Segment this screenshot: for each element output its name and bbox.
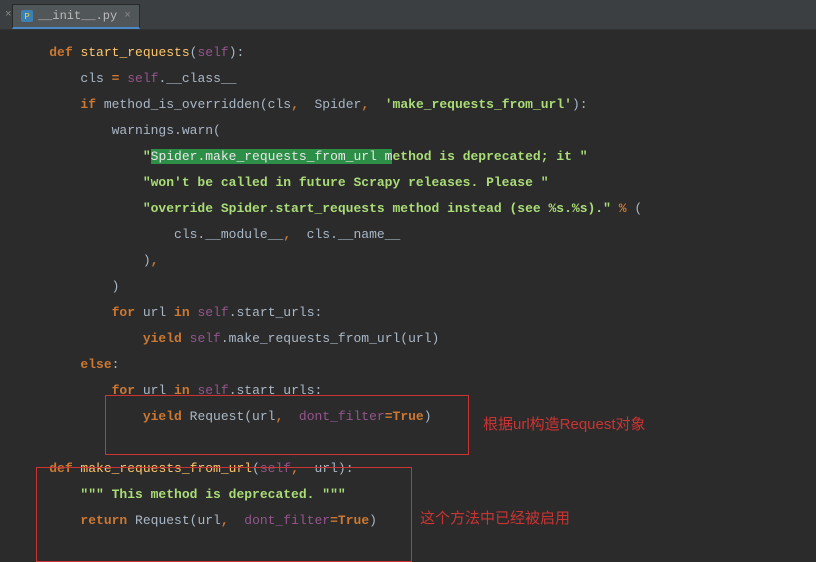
code-line: if method_is_overridden(cls, Spider, 'ma… bbox=[18, 92, 816, 118]
code-line: ), bbox=[18, 248, 816, 274]
tab-bar: × P __init__.py × bbox=[0, 0, 816, 30]
code-line: cls.__module__, cls.__name__ bbox=[18, 222, 816, 248]
code-line: def start_requests(self): bbox=[18, 40, 816, 66]
code-line: "won't be called in future Scrapy releas… bbox=[18, 170, 816, 196]
annotation-box-1 bbox=[105, 395, 469, 455]
svg-text:P: P bbox=[24, 12, 29, 21]
annotation-text-2: 这个方法中已经被启用 bbox=[420, 506, 570, 532]
code-line: cls = self.__class__ bbox=[18, 66, 816, 92]
code-line: else: bbox=[18, 352, 816, 378]
python-file-icon: P bbox=[21, 10, 33, 22]
text-selection: Spider.make_requests_from_url m bbox=[151, 149, 393, 164]
code-line: yield self.make_requests_from_url(url) bbox=[18, 326, 816, 352]
code-line: warnings.warn( bbox=[18, 118, 816, 144]
file-tab[interactable]: P __init__.py × bbox=[12, 4, 140, 29]
code-editor[interactable]: def start_requests(self): cls = self.__c… bbox=[0, 30, 816, 534]
close-all-icon[interactable]: × bbox=[2, 9, 12, 21]
tab-filename: __init__.py bbox=[38, 9, 117, 23]
close-tab-icon[interactable]: × bbox=[124, 10, 131, 22]
annotation-text-1: 根据url构造Request对象 bbox=[483, 412, 646, 438]
code-line: "override Spider.start_requests method i… bbox=[18, 196, 816, 222]
annotation-box-2 bbox=[36, 467, 412, 562]
code-line: for url in self.start_urls: bbox=[18, 300, 816, 326]
code-line: "Spider.make_requests_from_url method is… bbox=[18, 144, 816, 170]
code-line: ) bbox=[18, 274, 816, 300]
